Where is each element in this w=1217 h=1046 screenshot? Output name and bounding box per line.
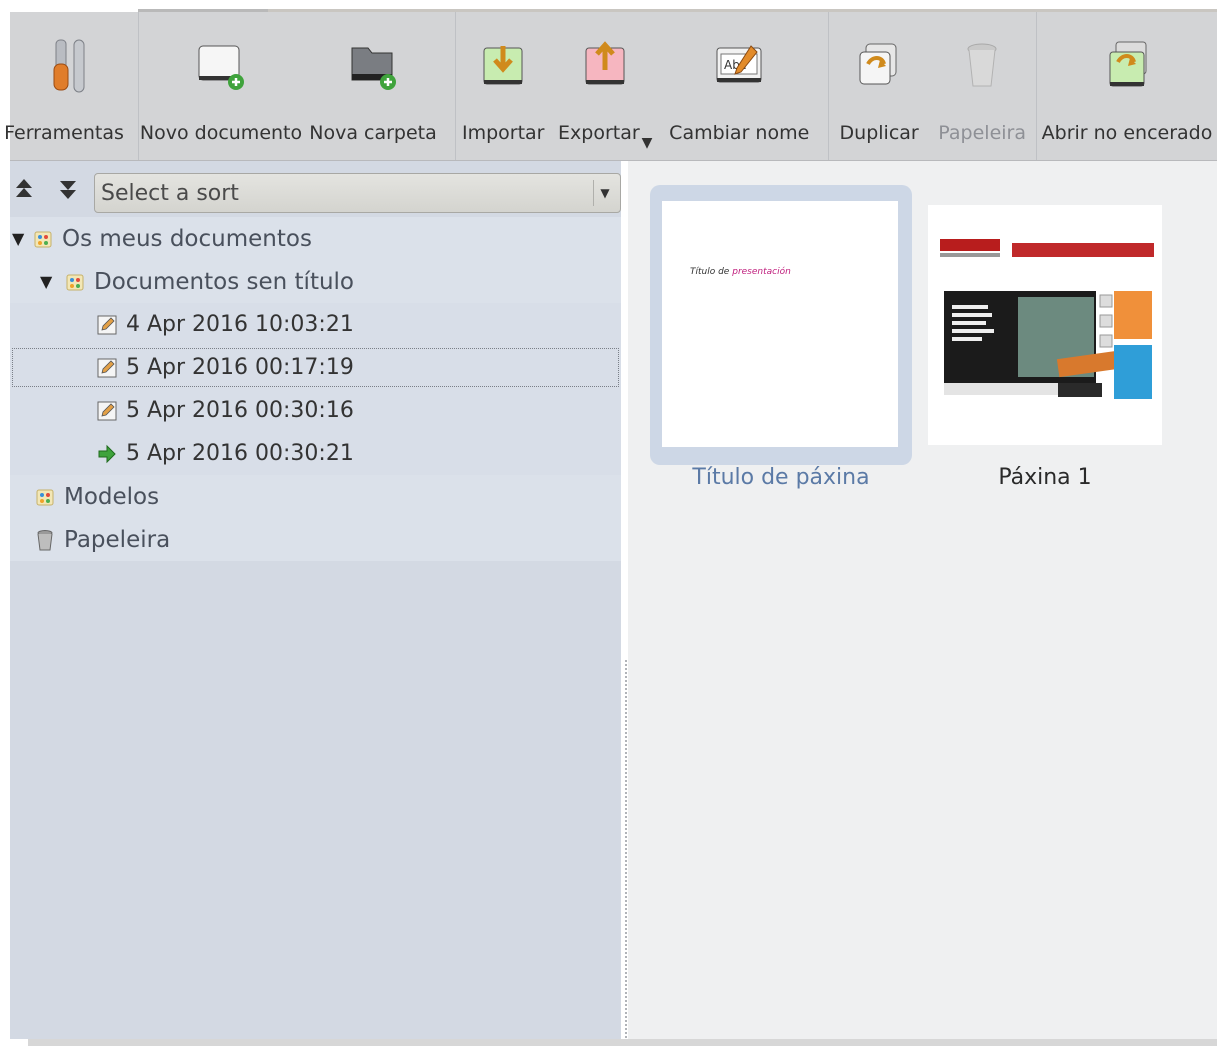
import-icon [477,34,529,98]
sort-descending-button[interactable] [56,177,80,201]
sort-ascending-button[interactable] [12,177,36,201]
tree-trash[interactable]: Papeleira [10,518,621,561]
webpage-screenshot-image [928,205,1162,445]
trash-icon [34,529,56,551]
folder-icon [32,228,54,250]
duplicate-icon [853,34,905,98]
import-button[interactable]: Importar [456,12,550,160]
page-caption-1: Título de páxina [692,465,870,490]
thumbnail-title-text: Título de presentación [690,267,791,277]
sort-row: Select a sort ▼ [10,167,621,213]
trash-button[interactable]: Papeleira [929,12,1035,160]
open-in-board-icon [1101,34,1153,98]
rename-icon: Abc [713,34,765,98]
export-dropdown-icon[interactable]: ▼ [642,135,653,151]
sort-descending-icon [60,181,76,199]
document-edit-icon [96,400,118,422]
export-label: Exportar ▼ [558,122,653,151]
new-document-label: Novo documento [139,122,303,144]
rename-button[interactable]: Abc Cambiar nome [660,12,818,160]
tree-document-item[interactable]: 5 Apr 2016 00:30:16 [10,389,621,432]
tree-root-my-documents[interactable]: ▼ Os meus documentos [10,217,621,260]
duplicate-button[interactable]: Duplicar [829,12,929,160]
window-top-strip [0,0,1217,12]
trash-icon [956,34,1008,98]
document-edit-icon [96,314,118,336]
expand-arrow-icon[interactable]: ▼ [12,229,26,248]
tree-models[interactable]: Modelos [10,475,621,518]
open-in-board-label: Abrir no encerado [1041,122,1213,144]
document-edit-icon [96,357,118,379]
new-folder-icon [347,34,399,98]
tree-document-item[interactable]: 4 Apr 2016 10:03:21 [10,303,621,346]
document-item-label: 4 Apr 2016 10:03:21 [126,312,354,337]
sort-ascending-icon [16,179,32,197]
duplicate-label: Duplicar [839,122,919,144]
tools-icon [44,34,96,98]
tree-folder-label: Documentos sen título [94,268,355,295]
folder-icon [64,271,86,293]
document-item-label: 5 Apr 2016 00:30:21 [126,441,354,466]
tree-models-label: Modelos [64,483,160,510]
tree-root-label: Os meus documentos [62,225,312,252]
new-document-icon [195,34,247,98]
current-document-arrow-icon [96,443,118,465]
tree-trash-label: Papeleira [64,526,171,553]
import-label: Importar [461,122,545,144]
sort-select[interactable]: Select a sort ▼ [94,173,621,213]
toolbar: Ferramentas Novo documento Nova carpeta … [4,12,1217,161]
document-item-label: 5 Apr 2016 00:30:16 [126,398,354,423]
document-tree: ▼ Os meus documentos ▼ Documentos sen tí… [10,217,621,561]
tree-folder-untitled-documents[interactable]: ▼ Documentos sen título [10,260,621,303]
document-tree-pane: Select a sort ▼ ▼ Os meus documentos ▼ D… [10,161,621,1039]
tree-document-item-current[interactable]: 5 Apr 2016 00:30:21 [10,432,621,475]
trash-label: Papeleira [938,122,1026,144]
toolbar-group-tools: Ferramentas [4,12,139,160]
sort-select-value: Select a sort [101,181,239,206]
page-thumbnail-selected-frame[interactable]: Título de presentación [650,185,912,465]
page-caption-2: Páxina 1 [998,465,1092,490]
chevron-down-icon: ▼ [593,180,616,206]
open-in-board-button[interactable]: Abrir no encerado [1037,12,1217,160]
folder-icon [34,486,56,508]
page-thumbnail-2[interactable] [928,205,1162,445]
new-folder-button[interactable]: Nova carpeta [303,12,443,160]
toolbar-group-edit: Duplicar Papeleira [829,12,1037,160]
rename-label: Cambiar nome [669,122,810,144]
export-icon [579,34,631,98]
new-document-button[interactable]: Novo documento [139,12,303,160]
tree-document-item[interactable]: 5 Apr 2016 00:17:19 [10,346,621,389]
page-thumbnails-pane: Título de presentación Título de páxina [628,161,1217,1039]
document-item-label: 5 Apr 2016 00:17:19 [126,355,354,380]
toolbar-group-transfer: Importar Exportar ▼ Abc Cambiar nome [456,12,830,160]
tools-label: Ferramentas [4,122,124,144]
page-thumbnail-1: Título de presentación [662,201,898,447]
expand-arrow-icon[interactable]: ▼ [40,272,54,291]
toolbar-group-create: Novo documento Nova carpeta [139,12,457,160]
export-button[interactable]: Exportar ▼ [550,12,660,160]
tools-button[interactable]: Ferramentas [4,12,138,160]
window-bottom-strip [28,1039,1217,1046]
toolbar-group-board: Abrir no encerado [1037,12,1217,160]
new-folder-label: Nova carpeta [309,122,437,144]
